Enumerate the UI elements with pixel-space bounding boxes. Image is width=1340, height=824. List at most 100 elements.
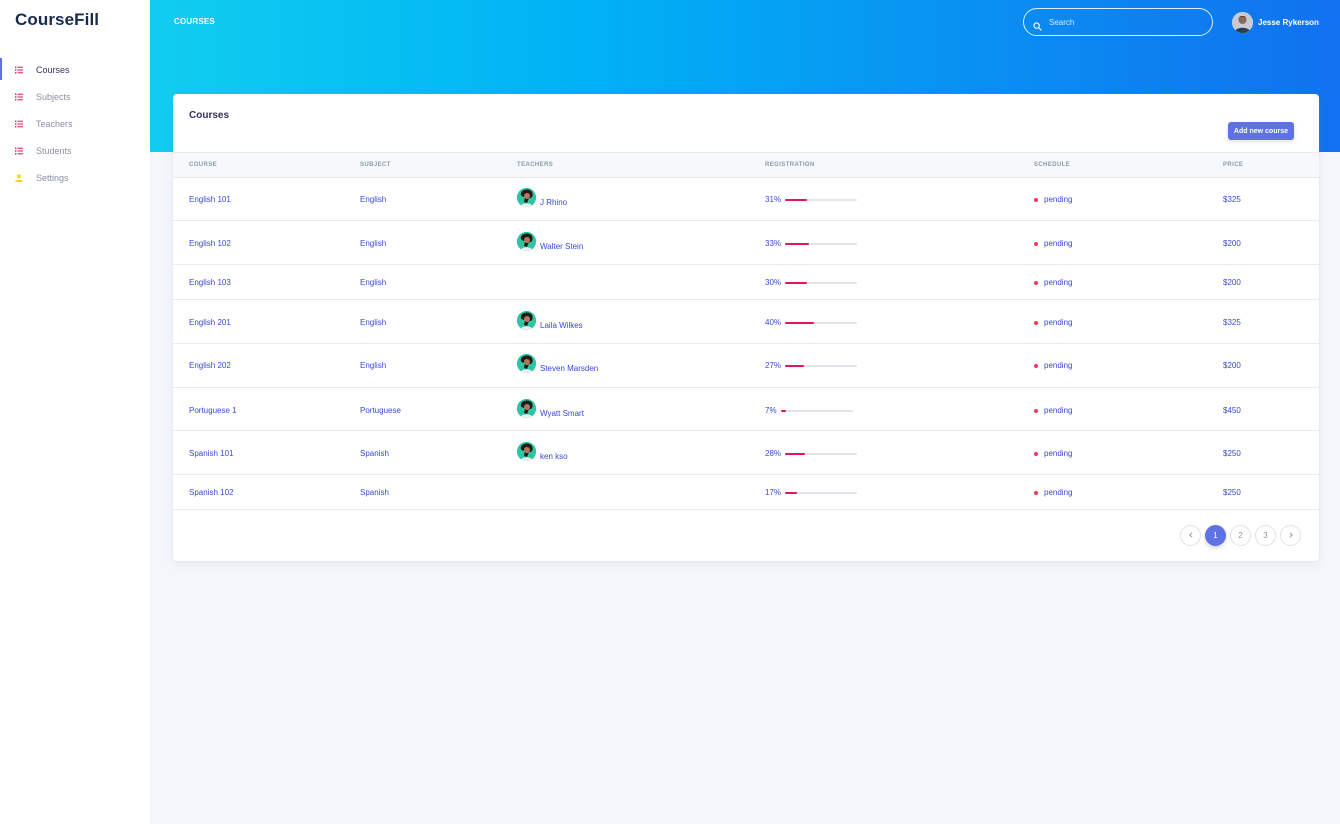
- course-name[interactable]: English 102: [189, 239, 231, 248]
- subject-name[interactable]: Spanish: [360, 488, 389, 497]
- user-name: Jesse Rykerson: [1258, 18, 1319, 27]
- status-dot: [1034, 490, 1038, 495]
- pagination-page-2[interactable]: 2: [1230, 525, 1251, 546]
- column-header-price[interactable]: PRICE: [1223, 162, 1243, 168]
- course-name[interactable]: English 202: [189, 361, 231, 370]
- subject-name[interactable]: English: [360, 239, 386, 248]
- price: $200: [1223, 361, 1241, 370]
- status-badge: pending: [1044, 278, 1073, 287]
- registration-percent: 33%: [765, 239, 782, 248]
- progress-fill: [785, 281, 807, 284]
- sidebar-item-settings[interactable]: Settings: [0, 164, 150, 191]
- teacher-name[interactable]: Walter Stein: [540, 232, 583, 251]
- schedule-cell: pending: [1034, 318, 1072, 327]
- column-header-registration[interactable]: REGISTRATION: [765, 162, 815, 168]
- chevron-left-icon: [1188, 531, 1194, 540]
- avatar: [1232, 12, 1253, 33]
- registration-percent: 27%: [765, 361, 782, 370]
- subject-name[interactable]: English: [360, 361, 386, 370]
- column-header-subject[interactable]: SUBJECT: [360, 162, 391, 168]
- page-title: COURSES: [174, 17, 215, 26]
- sidebar-item-subjects[interactable]: Subjects: [0, 83, 150, 110]
- search-box[interactable]: [1023, 8, 1213, 36]
- search-icon: [1033, 18, 1042, 31]
- registration-cell: 17%: [765, 488, 857, 497]
- subject-name[interactable]: English: [360, 318, 386, 327]
- teacher-name[interactable]: Steven Marsden: [540, 354, 598, 373]
- progress-fill: [785, 491, 798, 494]
- table-row: English 201 English Laila Wilkes 40% pen…: [173, 300, 1319, 344]
- user-menu[interactable]: Jesse Rykerson: [1232, 12, 1319, 33]
- progress-fill: [785, 364, 805, 367]
- subject-name[interactable]: English: [360, 195, 386, 204]
- sidebar-item-students[interactable]: Students: [0, 137, 150, 164]
- sidebar-item-courses[interactable]: Courses: [0, 56, 150, 83]
- registration-progress-bar: [785, 321, 857, 324]
- progress-fill: [785, 452, 806, 455]
- registration-percent: 30%: [765, 278, 782, 287]
- registration-cell: 27%: [765, 361, 857, 370]
- course-name[interactable]: Spanish 102: [189, 488, 233, 497]
- teacher-cell: J Rhino: [517, 188, 567, 207]
- subject-name[interactable]: English: [360, 278, 386, 287]
- pagination-prev[interactable]: [1180, 525, 1201, 546]
- column-header-course[interactable]: COURSE: [189, 162, 217, 168]
- sidebar: CourseFill Courses Subjects Teachers Stu…: [0, 0, 150, 824]
- course-name[interactable]: Spanish 101: [189, 449, 233, 458]
- search-input[interactable]: [1049, 17, 1199, 27]
- status-dot: [1034, 241, 1038, 246]
- status-badge: pending: [1044, 406, 1073, 415]
- table-header: COURSE SUBJECT TEACHERS REGISTRATION SCH…: [173, 152, 1319, 178]
- course-name[interactable]: English 101: [189, 195, 231, 204]
- list-icon: [15, 147, 23, 155]
- subject-name[interactable]: Portuguese: [360, 406, 401, 415]
- column-header-schedule[interactable]: SCHEDULE: [1034, 162, 1070, 168]
- pagination-next[interactable]: [1280, 525, 1301, 546]
- add-new-course-button[interactable]: Add new course: [1227, 122, 1294, 140]
- pagination-page-3[interactable]: 3: [1255, 525, 1276, 546]
- course-name[interactable]: English 201: [189, 318, 231, 327]
- schedule-cell: pending: [1034, 488, 1072, 497]
- subject-name[interactable]: Spanish: [360, 449, 389, 458]
- sidebar-item-label: Settings: [36, 172, 69, 183]
- teacher-cell: Walter Stein: [517, 232, 583, 251]
- schedule-cell: pending: [1034, 239, 1072, 248]
- teacher-name[interactable]: Laila Wilkes: [540, 311, 583, 330]
- avatar: [517, 188, 536, 207]
- status-dot: [1034, 408, 1038, 413]
- schedule-cell: pending: [1034, 406, 1072, 415]
- column-header-teachers[interactable]: TEACHERS: [517, 162, 553, 168]
- sidebar-item-teachers[interactable]: Teachers: [0, 110, 150, 137]
- status-dot: [1034, 280, 1038, 285]
- teacher-name[interactable]: Wyatt Smart: [540, 399, 584, 418]
- registration-progress-bar: [785, 491, 857, 494]
- course-name[interactable]: Portuguese 1: [189, 406, 237, 415]
- pagination-page-1[interactable]: 1: [1205, 525, 1226, 546]
- registration-cell: 7%: [765, 406, 853, 415]
- status-badge: pending: [1044, 318, 1073, 327]
- price: $250: [1223, 488, 1241, 497]
- registration-percent: 31%: [765, 195, 782, 204]
- registration-percent: 7%: [765, 406, 777, 415]
- schedule-cell: pending: [1034, 361, 1072, 370]
- avatar: [517, 232, 536, 251]
- status-dot: [1034, 320, 1038, 325]
- price: $450: [1223, 406, 1241, 415]
- sidebar-item-label: Subjects: [36, 91, 71, 102]
- table-row: English 202 English Steven Marsden 27% p…: [173, 344, 1319, 388]
- price: $325: [1223, 318, 1241, 327]
- registration-cell: 40%: [765, 318, 857, 327]
- table-row: Spanish 101 Spanish ken kso 28% pending …: [173, 431, 1319, 475]
- status-dot: [1034, 197, 1038, 202]
- brand-logo[interactable]: CourseFill: [15, 10, 99, 30]
- status-badge: pending: [1044, 449, 1073, 458]
- course-name[interactable]: English 103: [189, 278, 231, 287]
- registration-progress-bar: [785, 242, 857, 245]
- price: $250: [1223, 449, 1241, 458]
- sidebar-item-label: Students: [36, 145, 72, 156]
- list-icon: [15, 120, 23, 128]
- list-icon: [15, 66, 23, 74]
- teacher-name[interactable]: ken kso: [540, 442, 568, 461]
- registration-progress-bar: [781, 409, 853, 412]
- teacher-name[interactable]: J Rhino: [540, 188, 567, 207]
